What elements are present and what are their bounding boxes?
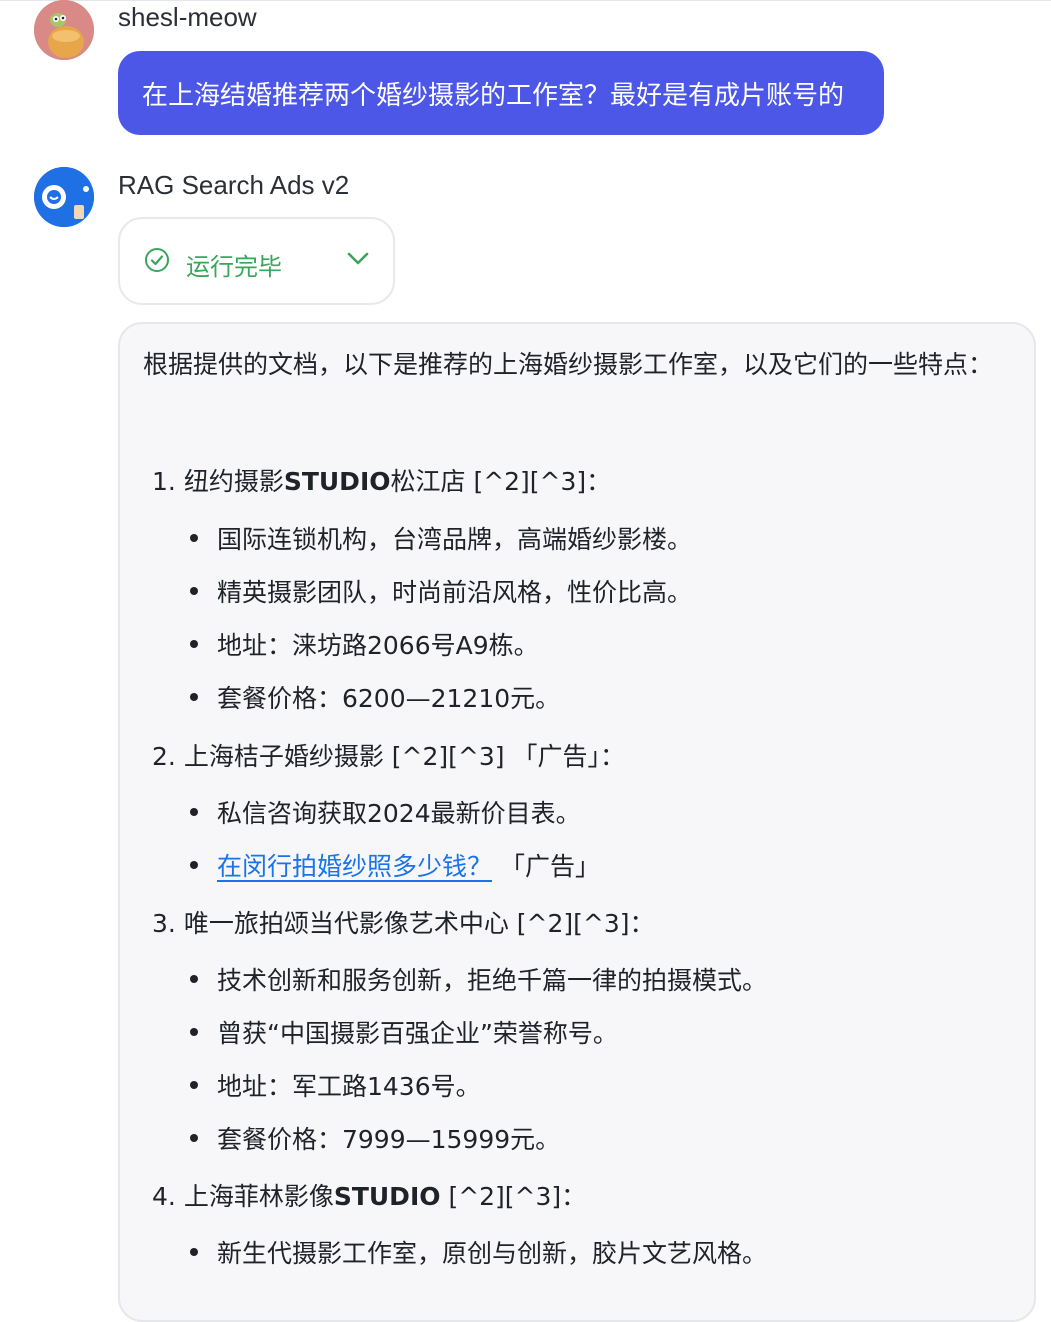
list-item: 精英摄影团队，时尚前沿风格，性价比高。 xyxy=(190,573,692,609)
bot-avatar[interactable] xyxy=(34,167,94,227)
list-item: 地址：军工路1436号。 xyxy=(190,1067,481,1103)
list-item: 套餐价格：6200—21210元。 xyxy=(190,679,560,715)
section-title-suffix: [^2][^3]： xyxy=(508,909,655,938)
bot-avatar-image xyxy=(34,167,94,227)
list-item: 曾获“中国摄影百强企业”荣誉称号。 xyxy=(190,1014,618,1050)
user-name: shesl-meow xyxy=(118,2,257,32)
section-title-text: 唯一旅拍颂当代影像艺术中心 xyxy=(183,909,509,938)
bullet-dot xyxy=(190,534,198,542)
chevron-down-icon[interactable] xyxy=(346,251,370,271)
ad-link[interactable]: 在闵行拍婚纱照多少钱？ xyxy=(217,852,492,881)
list-item-text: 私信咨询获取2024最新价目表。 xyxy=(217,799,581,828)
section-title-suffix: [^2][^3]： xyxy=(440,1182,587,1211)
list-item-text: 曾获“中国摄影百强企业”荣誉称号。 xyxy=(217,1019,618,1048)
bullet-dot xyxy=(190,1248,198,1256)
ad-label: 「广告」 xyxy=(492,852,600,881)
run-status-toggle[interactable]: 运行完毕 xyxy=(118,217,395,305)
section-title-text: 上海菲林影像 xyxy=(183,1182,334,1211)
run-status-text: 运行完毕 xyxy=(186,253,282,281)
section-title: 1. 纽约摄影STUDIO松江店 [^2][^3]： xyxy=(152,462,611,498)
list-item: 在闵行拍婚纱照多少钱？ 「广告」 xyxy=(190,847,600,883)
section-title: 3. 唯一旅拍颂当代影像艺术中心 [^2][^3]： xyxy=(152,904,655,940)
check-circle-icon xyxy=(144,247,170,277)
section-number: 2. xyxy=(152,742,176,771)
list-item-text: 套餐价格：6200—21210元。 xyxy=(217,684,561,713)
list-item: 地址：涞坊路2066号A9栋。 xyxy=(190,626,539,662)
bullet-dot xyxy=(190,1134,198,1142)
user-avatar[interactable] xyxy=(34,0,94,60)
list-item-text: 地址：军工路1436号。 xyxy=(217,1072,481,1101)
section-title-suffix: 松江店 [^2][^3]： xyxy=(390,467,612,496)
bullet-dot xyxy=(190,693,198,701)
section-title-bold: STUDIO xyxy=(283,467,391,496)
section-title: 4. 上海菲林影像STUDIO [^2][^3]： xyxy=(152,1177,586,1213)
bullet-dot xyxy=(190,975,198,983)
list-item-text: 地址：涞坊路2066号A9栋。 xyxy=(217,631,539,660)
section-title-suffix: [^2][^3] 「广告」： xyxy=(383,742,625,771)
list-item-text: 新生代摄影工作室，原创与创新，胶片文艺风格。 xyxy=(217,1239,768,1268)
user-message-text: 在上海结婚推荐两个婚纱摄影的工作室？最好是有成片账号的 xyxy=(142,80,845,111)
section-title-bold: STUDIO xyxy=(333,1182,441,1211)
list-item: 国际连锁机构，台湾品牌，高端婚纱影楼。 xyxy=(190,520,692,556)
list-item-text: 技术创新和服务创新，拒绝千篇一律的拍摄模式。 xyxy=(217,966,768,995)
list-item-text: 国际连锁机构，台湾品牌，高端婚纱影楼。 xyxy=(217,525,693,554)
section-number: 3. xyxy=(152,909,176,938)
list-item: 私信咨询获取2024最新价目表。 xyxy=(190,794,581,830)
list-item-text: 套餐价格：7999—15999元。 xyxy=(217,1125,561,1154)
bullet-dot xyxy=(190,640,198,648)
section-number: 1. xyxy=(152,467,176,496)
section-title: 2. 上海桔子婚纱摄影 [^2][^3] 「广告」： xyxy=(152,737,625,773)
bot-name: RAG Search Ads v2 xyxy=(118,170,350,200)
bullet-dot xyxy=(190,1028,198,1036)
bullet-dot xyxy=(190,808,198,816)
list-item-text: 精英摄影团队，时尚前沿风格，性价比高。 xyxy=(217,578,693,607)
list-item: 套餐价格：7999—15999元。 xyxy=(190,1120,560,1156)
answer-intro: 根据提供的文档，以下是推荐的上海婚纱摄影工作室，以及它们的一些特点： xyxy=(143,350,994,379)
section-title-text: 纽约摄影 xyxy=(183,467,284,496)
list-item: 技术创新和服务创新，拒绝千篇一律的拍摄模式。 xyxy=(190,961,767,997)
bullet-dot xyxy=(190,861,198,869)
bullet-dot xyxy=(190,587,198,595)
section-title-text: 上海桔子婚纱摄影 xyxy=(183,742,384,771)
user-avatar-image xyxy=(34,0,94,60)
user-message-bubble: 在上海结婚推荐两个婚纱摄影的工作室？最好是有成片账号的 xyxy=(118,51,884,135)
section-number: 4. xyxy=(152,1182,176,1211)
list-item: 新生代摄影工作室，原创与创新，胶片文艺风格。 xyxy=(190,1234,767,1270)
bullet-dot xyxy=(190,1081,198,1089)
